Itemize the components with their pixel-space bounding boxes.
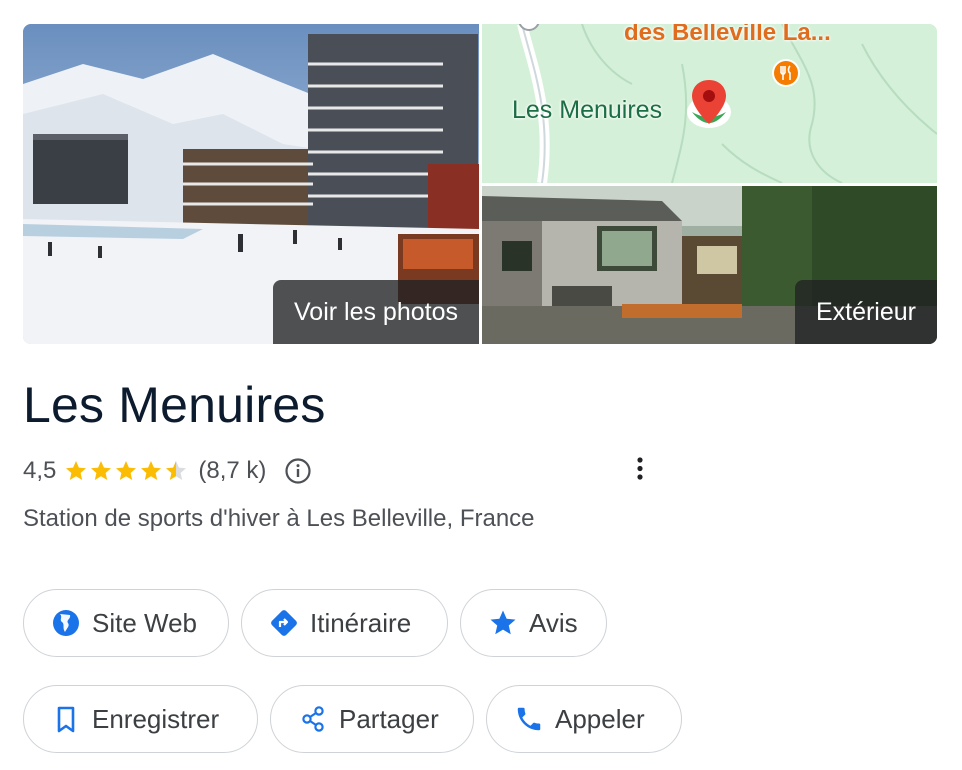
website-button[interactable]: Site Web xyxy=(23,589,229,657)
reviews-button[interactable]: Avis xyxy=(460,589,607,657)
globe-icon xyxy=(50,607,82,639)
star-icon xyxy=(487,607,519,639)
star-icon xyxy=(141,461,162,480)
star-icon xyxy=(91,461,112,480)
map-pin-icon[interactable] xyxy=(684,78,734,134)
directions-label: Itinéraire xyxy=(310,607,412,638)
view-photos-label[interactable]: Voir les photos xyxy=(273,280,479,344)
directions-icon xyxy=(268,607,300,639)
rating-row: 4,5 (8,7 k) xyxy=(23,454,312,488)
share-button[interactable]: Partager xyxy=(270,685,474,753)
directions-button[interactable]: Itinéraire xyxy=(241,589,448,657)
bookmark-icon xyxy=(50,703,82,735)
share-label: Partager xyxy=(339,703,439,734)
save-button[interactable]: Enregistrer xyxy=(23,685,258,753)
share-icon xyxy=(297,703,329,735)
call-label: Appeler xyxy=(555,703,645,734)
rating-value: 4,5 xyxy=(23,457,57,484)
main-photo[interactable]: Voir les photos xyxy=(23,24,479,344)
restaurant-pin-icon[interactable] xyxy=(771,58,801,88)
call-button[interactable]: Appeler xyxy=(486,685,682,753)
star-icon xyxy=(66,461,87,480)
exterior-photo[interactable]: Extérieur xyxy=(482,186,937,344)
rating-stars xyxy=(64,459,189,483)
exterior-label: Extérieur xyxy=(794,280,937,344)
place-title: Les Menuires xyxy=(23,377,326,433)
save-label: Enregistrer xyxy=(92,703,220,734)
map-place-label: Les Menuires xyxy=(512,96,663,124)
website-label: Site Web xyxy=(92,607,198,638)
half-star-icon xyxy=(166,461,187,480)
place-subtitle: Station de sports d'hiver à Les Bellevil… xyxy=(23,505,535,532)
reviews-label: Avis xyxy=(529,607,578,638)
review-count[interactable]: (8,7 k) xyxy=(198,457,266,485)
info-icon[interactable] xyxy=(284,457,312,485)
more-vert-icon[interactable] xyxy=(630,454,650,484)
phone-icon xyxy=(513,703,545,735)
map-label-top: des Belleville La... xyxy=(624,24,831,46)
star-icon xyxy=(116,461,137,480)
map-preview[interactable]: des Belleville La... Les Menuires xyxy=(482,24,937,183)
photo-gallery: Voir les photos des Belleville La... Les… xyxy=(23,24,937,344)
